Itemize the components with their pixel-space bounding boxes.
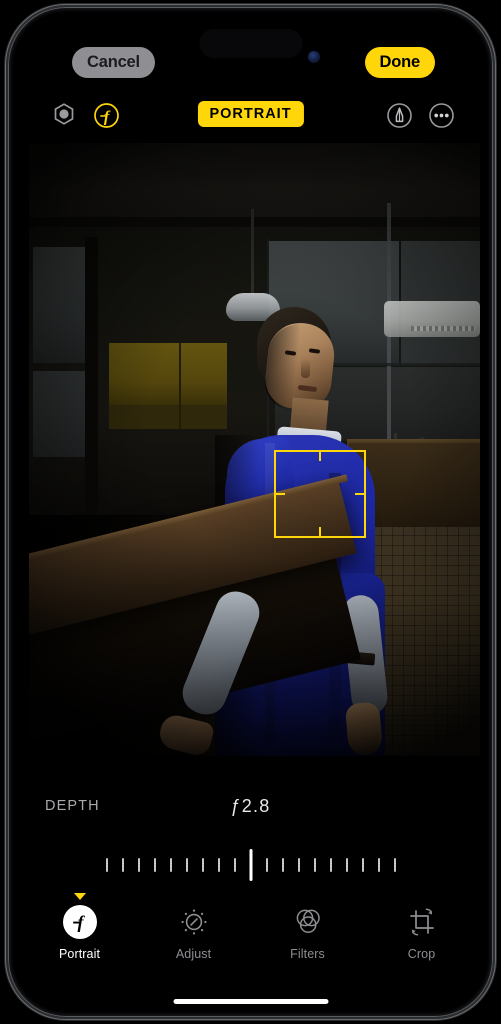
face-box-tick-top [319,450,321,461]
front-camera-dot [308,51,320,63]
tab-label-adjust: Adjust [175,947,212,961]
depth-label: DEPTH [45,798,100,814]
volume-down-button[interactable] [4,323,7,379]
filters-circles-icon [290,904,326,940]
depth-tick [345,858,348,872]
tab-label-crop: Crop [407,947,436,961]
depth-tick [393,858,396,872]
portrait-f-icon: f [62,904,98,940]
tab-crop[interactable]: Crop [390,904,454,961]
depth-tick [185,858,188,872]
depth-tick [329,858,332,872]
dynamic-island[interactable] [199,29,302,58]
tab-label-portrait: Portrait [58,947,101,961]
depth-tick [217,858,220,872]
tab-portrait[interactable]: f Portrait [48,893,112,961]
active-tab-indicator [73,893,86,900]
depth-tick [297,858,300,872]
markup-pen-icon[interactable] [384,100,414,130]
face-box-tick-bottom [319,527,321,538]
auto-enhance-icon[interactable] [49,100,79,130]
depth-tick [233,858,236,872]
depth-slider[interactable] [9,846,492,882]
cancel-button[interactable]: Cancel [72,47,155,78]
home-indicator[interactable] [173,999,328,1004]
depth-tick [153,858,156,872]
phone-screen: Cancel Done f PORTRAIT DEPTH ƒ2.8 Portra… [9,8,492,1016]
edit-mode-tab-bar: f Portrait [9,893,492,976]
photo-canvas[interactable] [29,143,480,756]
face-detection-box[interactable] [274,450,366,538]
photo-image [29,143,480,756]
depth-tick [377,858,380,872]
tab-filters[interactable]: Filters [276,904,340,961]
face-box-tick-right [355,493,366,495]
subject-hand-right [344,701,384,756]
depth-tick [313,858,316,872]
phone-frame: Cancel Done f PORTRAIT DEPTH ƒ2.8 Portra… [4,3,497,1021]
power-button[interactable] [494,293,497,377]
adjust-dial-icon [176,904,212,940]
silent-switch[interactable] [4,199,7,229]
done-button[interactable]: Done [364,47,435,78]
depth-tick [361,858,364,872]
crop-rotate-icon [404,904,440,940]
depth-tick [265,858,268,872]
aperture-icon[interactable]: f [91,100,121,130]
depth-tick [137,858,140,872]
portrait-mode-badge[interactable]: PORTRAIT [197,101,304,127]
subject-nose [301,359,310,378]
edit-tool-row: f PORTRAIT [9,100,492,134]
depth-slider-thumb[interactable] [249,849,252,881]
volume-up-button[interactable] [4,253,7,309]
svg-text:f: f [103,108,110,125]
tab-label-filters: Filters [290,947,325,961]
depth-value: ƒ2.8 [230,796,271,816]
more-options-icon[interactable] [426,100,456,130]
depth-control-row: DEPTH ƒ2.8 [9,796,492,824]
depth-tick [105,858,108,872]
depth-tick [201,858,204,872]
depth-tick [169,858,172,872]
tab-adjust[interactable]: Adjust [162,904,226,961]
depth-tick [121,858,124,872]
depth-tick [281,858,284,872]
face-box-tick-left [274,493,285,495]
